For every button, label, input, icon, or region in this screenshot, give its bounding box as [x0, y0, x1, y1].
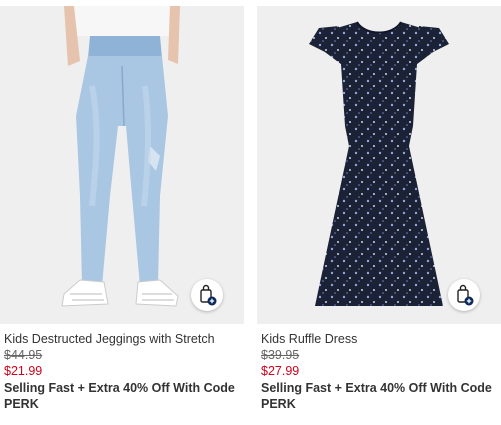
promo-text: Selling Fast + Extra 40% Off With Code P… [261, 381, 492, 411]
product-name[interactable]: Kids Destructed Jeggings with Stretch [4, 331, 248, 347]
original-price: $44.95 [4, 348, 43, 362]
product-info: Kids Destructed Jeggings with Stretch $4… [4, 331, 248, 412]
product-name[interactable]: Kids Ruffle Dress [261, 331, 501, 347]
product-grid: Kids Destructed Jeggings with Stretch $4… [0, 0, 501, 425]
product-info: Kids Ruffle Dress $39.95 $27.99 Selling … [261, 331, 501, 412]
add-to-bag-button[interactable] [448, 279, 480, 311]
product-image[interactable] [257, 6, 501, 324]
product-card[interactable]: Kids Ruffle Dress $39.95 $27.99 Selling … [257, 0, 501, 425]
sale-price: $27.99 [261, 364, 300, 378]
product-image[interactable] [0, 6, 244, 324]
dress-photo [257, 6, 501, 324]
product-card[interactable]: Kids Destructed Jeggings with Stretch $4… [0, 0, 244, 425]
shopping-bag-add-icon [457, 284, 474, 306]
add-to-bag-button[interactable] [191, 279, 223, 311]
jeggings-photo [0, 6, 244, 324]
original-price: $39.95 [261, 348, 300, 362]
shopping-bag-add-icon [200, 284, 217, 306]
sale-price: $21.99 [4, 364, 43, 378]
promo-text: Selling Fast + Extra 40% Off With Code P… [4, 381, 235, 411]
